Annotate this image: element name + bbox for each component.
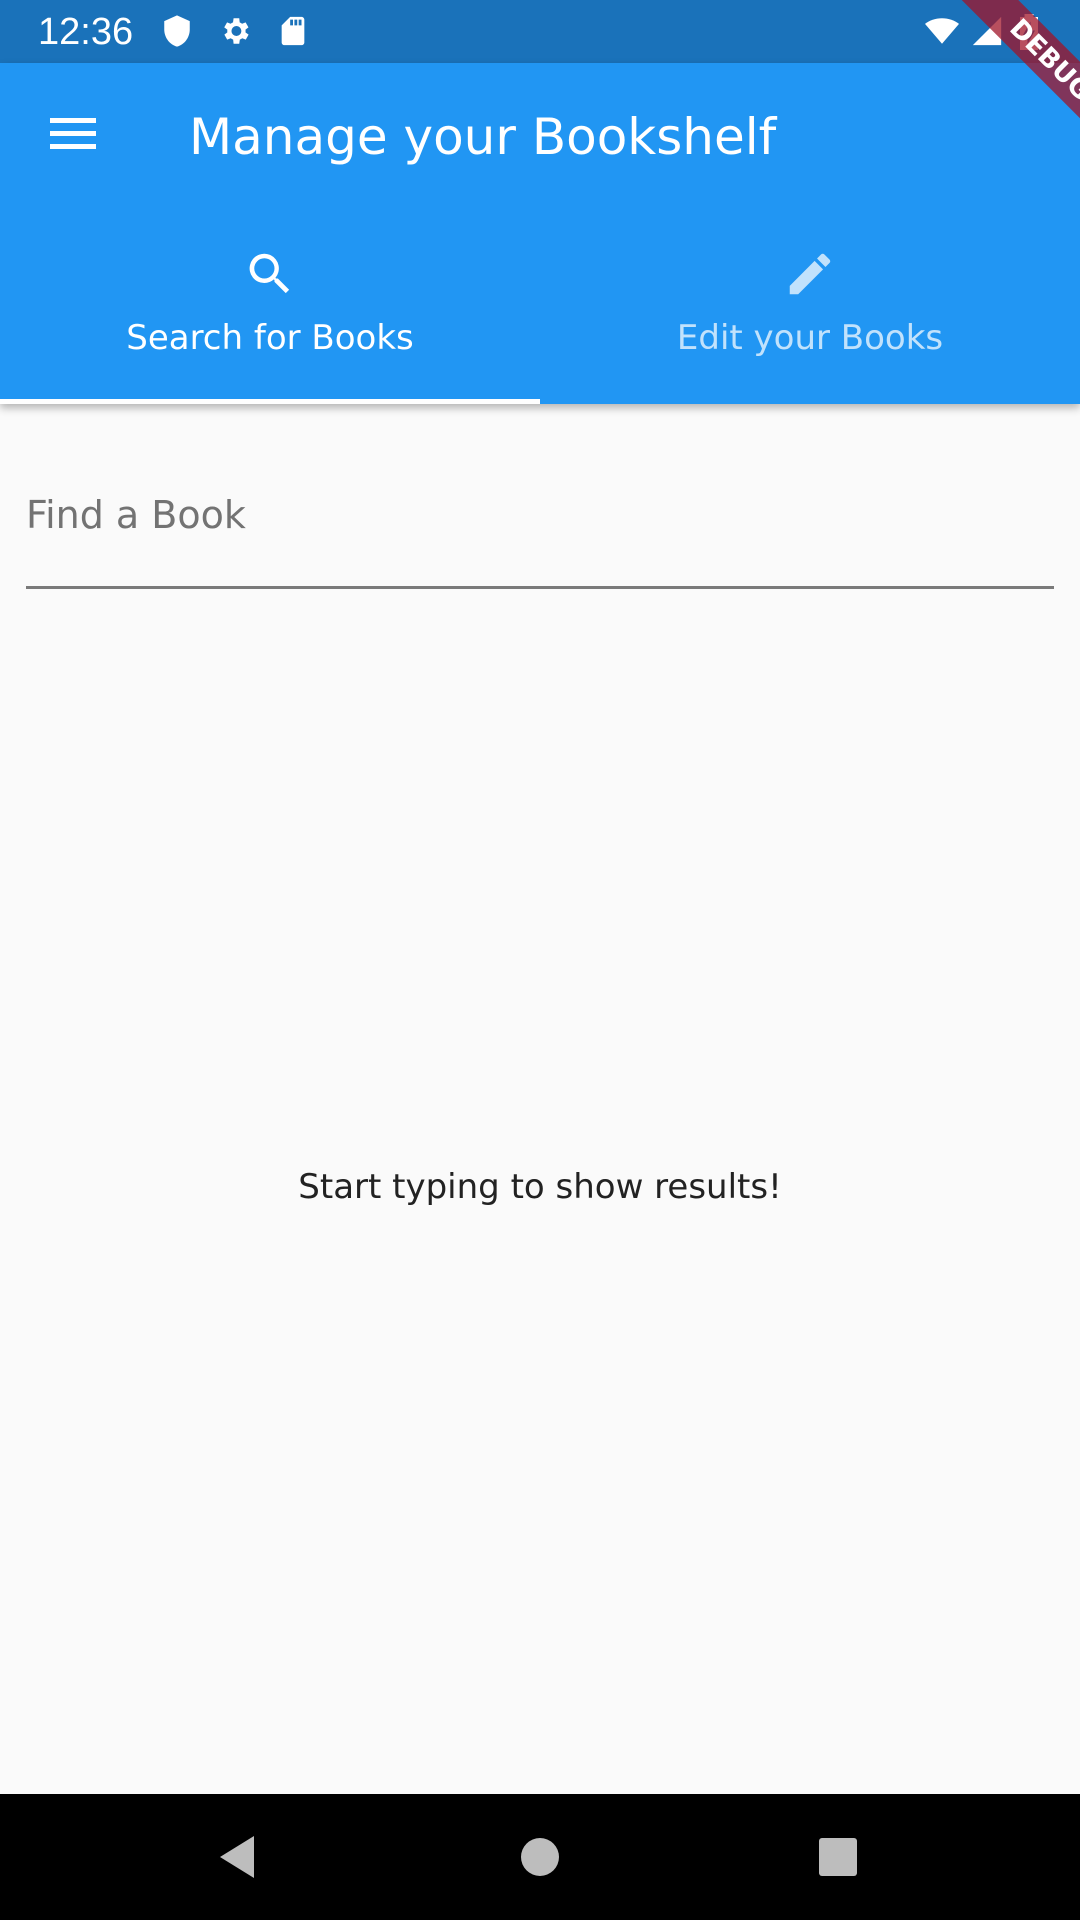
- menu-icon: [50, 118, 96, 149]
- search-input[interactable]: [26, 480, 1054, 550]
- recents-icon: [819, 1838, 857, 1876]
- empty-state-message: Start typing to show results!: [298, 1167, 782, 1207]
- tab-search-for-books[interactable]: Search for Books: [0, 233, 540, 404]
- back-button[interactable]: [212, 1830, 266, 1884]
- settings-icon: [218, 14, 252, 48]
- recents-button[interactable]: [811, 1830, 865, 1884]
- search-field[interactable]: [26, 470, 1054, 589]
- shield-icon: [160, 14, 194, 48]
- wifi-icon: [924, 14, 959, 48]
- search-icon: [243, 247, 297, 301]
- system-nav-bar: [0, 1794, 1080, 1920]
- home-button[interactable]: [513, 1830, 567, 1884]
- tab-edit-your-books[interactable]: Edit your Books: [540, 233, 1080, 404]
- back-icon: [220, 1836, 254, 1878]
- battery-charging-icon: [1016, 14, 1050, 50]
- page-title: Manage your Bookshelf: [189, 108, 777, 166]
- edit-icon: [783, 247, 837, 301]
- signal-icon: [970, 14, 1004, 48]
- tab-label: Edit your Books: [676, 318, 944, 358]
- tab-indicator: [0, 399, 540, 404]
- tab-label: Search for Books: [126, 318, 414, 358]
- status-time: 12:36: [38, 11, 134, 53]
- status-bar: 12:36: [0, 0, 1080, 63]
- app-bar: Manage your Bookshelf Search for Books E…: [0, 63, 1080, 404]
- home-icon: [521, 1838, 559, 1876]
- menu-button[interactable]: [42, 108, 104, 158]
- sd-card-icon: [276, 14, 310, 48]
